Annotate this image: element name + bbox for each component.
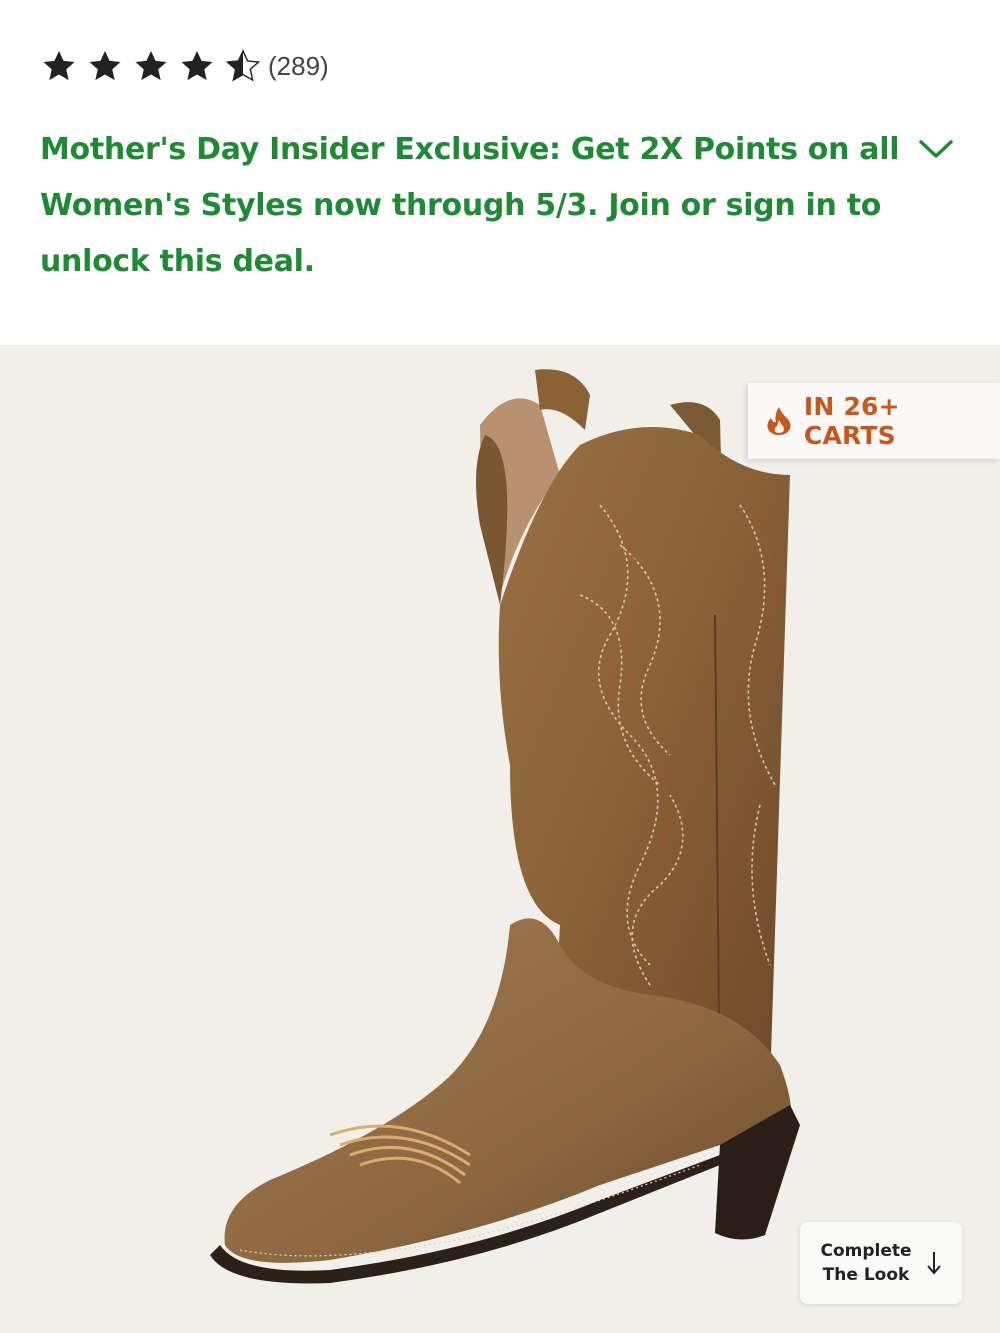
star-full-icon bbox=[89, 50, 121, 81]
complete-the-look-label: Complete The Look bbox=[820, 1241, 912, 1285]
chevron-down-icon[interactable] bbox=[918, 136, 954, 162]
rating-stars bbox=[40, 47, 262, 85]
star-full-icon bbox=[135, 50, 167, 81]
previous-content-fragment bbox=[40, 0, 300, 4]
star-full-icon bbox=[181, 50, 213, 81]
review-count[interactable]: (289) bbox=[268, 51, 329, 82]
carts-badge: IN 26+ CARTS bbox=[748, 383, 1000, 459]
complete-the-look-button[interactable]: Complete The Look bbox=[800, 1222, 962, 1304]
product-rating[interactable]: (289) bbox=[40, 44, 329, 88]
arrow-down-icon bbox=[926, 1252, 941, 1275]
carts-badge-label: IN 26+ CARTS bbox=[803, 392, 900, 450]
promo-message: Mother's Day Insider Exclusive: Get 2X P… bbox=[40, 132, 900, 279]
cowboy-boot-image bbox=[210, 369, 800, 1284]
fire-icon bbox=[767, 407, 791, 435]
star-full-icon bbox=[43, 50, 75, 81]
star-half-icon bbox=[225, 49, 261, 82]
product-image-gallery[interactable]: IN 26+ CARTS Complete The Look bbox=[0, 345, 1000, 1333]
